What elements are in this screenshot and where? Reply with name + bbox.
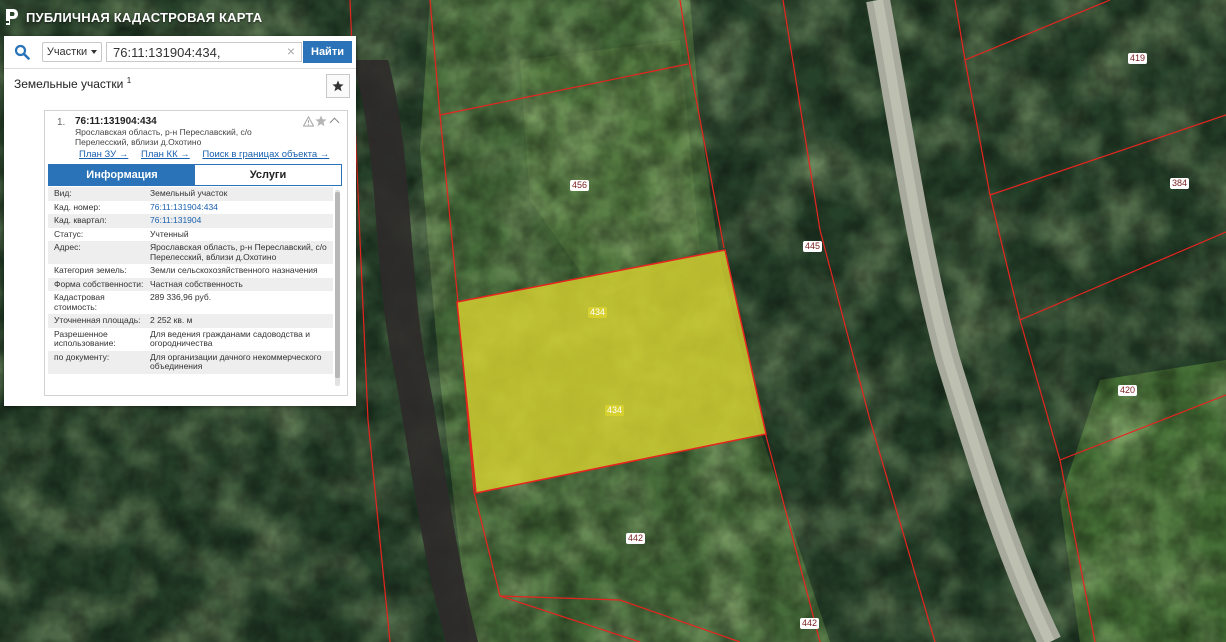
- property-value: 289 336,96 руб.: [150, 292, 212, 302]
- app-header: ПУБЛИЧНАЯ КАДАСТРОВАЯ КАРТА: [0, 0, 964, 34]
- scrollbar-thumb[interactable]: [335, 192, 340, 378]
- property-label: Категория земель:: [54, 265, 127, 275]
- property-label: по документу:: [54, 351, 110, 362]
- parcel-label-384: 384: [1170, 178, 1190, 189]
- table-row: Уточненная площадь: 2 252 кв. м: [48, 314, 333, 328]
- plan-kk-link[interactable]: План КК →: [141, 149, 190, 160]
- property-label: Статус:: [54, 228, 84, 239]
- property-value: Частная собственность: [150, 278, 243, 289]
- property-value: Ярославская область, р-н Переславский, с…: [150, 242, 327, 262]
- property-label: Вид:: [54, 188, 72, 198]
- table-row: по документу: Для организации дачного нек…: [48, 350, 333, 374]
- search-within-link[interactable]: Поиск в границах объекта →: [202, 149, 329, 160]
- table-row: Форма собственности: Частная собственност…: [48, 277, 333, 291]
- table-row: Кад. номер: 76:11:131904:434: [48, 201, 333, 215]
- table-row: Кадастровая стоимость: 289 336,96 руб.: [48, 291, 333, 314]
- rosreestr-logo-icon: [6, 9, 18, 25]
- parcel-label-456: 456: [570, 180, 590, 191]
- parcel-label-420: 420: [1118, 385, 1138, 396]
- search-scope-label: Участки: [46, 46, 88, 58]
- property-label: Кадастровая стоимость:: [54, 292, 105, 312]
- star-icon: [332, 80, 344, 92]
- result-tabs: Информация Услуги: [48, 164, 342, 186]
- result-cad-number[interactable]: 76:11:131904:434: [75, 116, 157, 127]
- clear-icon[interactable]: ×: [284, 43, 298, 59]
- parcel-label-434-top: 434: [588, 307, 608, 318]
- plan-zu-link[interactable]: План ЗУ →: [79, 149, 128, 160]
- property-label: Кад. квартал:: [54, 215, 107, 225]
- properties-table: Вид: Земельный участок Кад. номер: 76:11:1…: [48, 187, 333, 391]
- parcel-label-419: 419: [1128, 53, 1148, 64]
- results-title-text: Земельные участки: [14, 77, 124, 91]
- result-address: Ярославская область, р-н Переславский, с…: [75, 127, 252, 147]
- search-input[interactable]: [106, 42, 302, 62]
- property-value: Земельный участок: [150, 188, 228, 198]
- collapse-icon[interactable]: [329, 117, 340, 128]
- property-label: Форма собственности:: [54, 278, 144, 289]
- property-value: Учтенный: [150, 228, 189, 239]
- search-icon[interactable]: [14, 44, 30, 60]
- property-label: Кад. номер:: [54, 201, 101, 212]
- favorites-button[interactable]: [326, 74, 350, 98]
- property-label: Адрес:: [54, 242, 81, 252]
- property-value-link[interactable]: 76:11:131904: [150, 215, 329, 226]
- property-label: Разрешенное использование:: [54, 328, 116, 348]
- results-count: 1: [126, 76, 132, 85]
- properties-scrollbar[interactable]: [335, 190, 340, 386]
- table-row: Адрес: Ярославская область, р-н Переславс…: [48, 241, 333, 264]
- property-value: Для ведения гражданами садоводства и ого…: [150, 328, 311, 348]
- tab-info[interactable]: Информация: [49, 165, 195, 185]
- property-value-link[interactable]: 76:11:131904:434: [150, 202, 329, 213]
- property-value: 2 252 кв. м: [150, 315, 193, 325]
- parcel-label-445: 445: [803, 241, 823, 252]
- parcel-label-442-mid: 442: [626, 533, 646, 544]
- table-row: Вид: Земельный участок: [48, 187, 333, 201]
- property-label: Уточненная площадь:: [54, 315, 141, 325]
- search-scope-select[interactable]: Участки: [42, 42, 102, 62]
- search-row: Участки × Найти: [4, 36, 356, 69]
- tab-services[interactable]: Услуги: [195, 165, 341, 185]
- table-row: Кад. квартал: 76:11:131904: [48, 214, 333, 228]
- result-index: 1.: [57, 117, 66, 128]
- parcel-label-442-bottom: 442: [800, 618, 820, 629]
- table-row: Разрешенное использование: Для ведения гр…: [48, 328, 333, 351]
- favorite-star-icon[interactable]: [315, 115, 327, 127]
- property-value: Для организации дачного некоммерческого …: [150, 351, 322, 371]
- results-title: Земельные участки 1: [14, 76, 131, 91]
- find-button[interactable]: Найти: [303, 41, 352, 63]
- table-row: Статус: Учтенный: [48, 228, 333, 242]
- warning-icon[interactable]: [303, 116, 314, 127]
- chevron-down-icon: [91, 50, 98, 54]
- parcel-label-434-center: 434: [605, 405, 625, 416]
- table-row: Категория земель: Земли сельскохозяйствен…: [48, 264, 333, 278]
- property-value: Земли сельскохозяйственного назначения: [150, 265, 318, 275]
- app-title: ПУБЛИЧНАЯ КАДАСТРОВАЯ КАРТА: [26, 9, 263, 25]
- result-links: План ЗУ → План КК → Поиск в границах объ…: [79, 149, 339, 160]
- result-card: 1. 76:11:131904:434 Ярославская область,…: [44, 110, 348, 396]
